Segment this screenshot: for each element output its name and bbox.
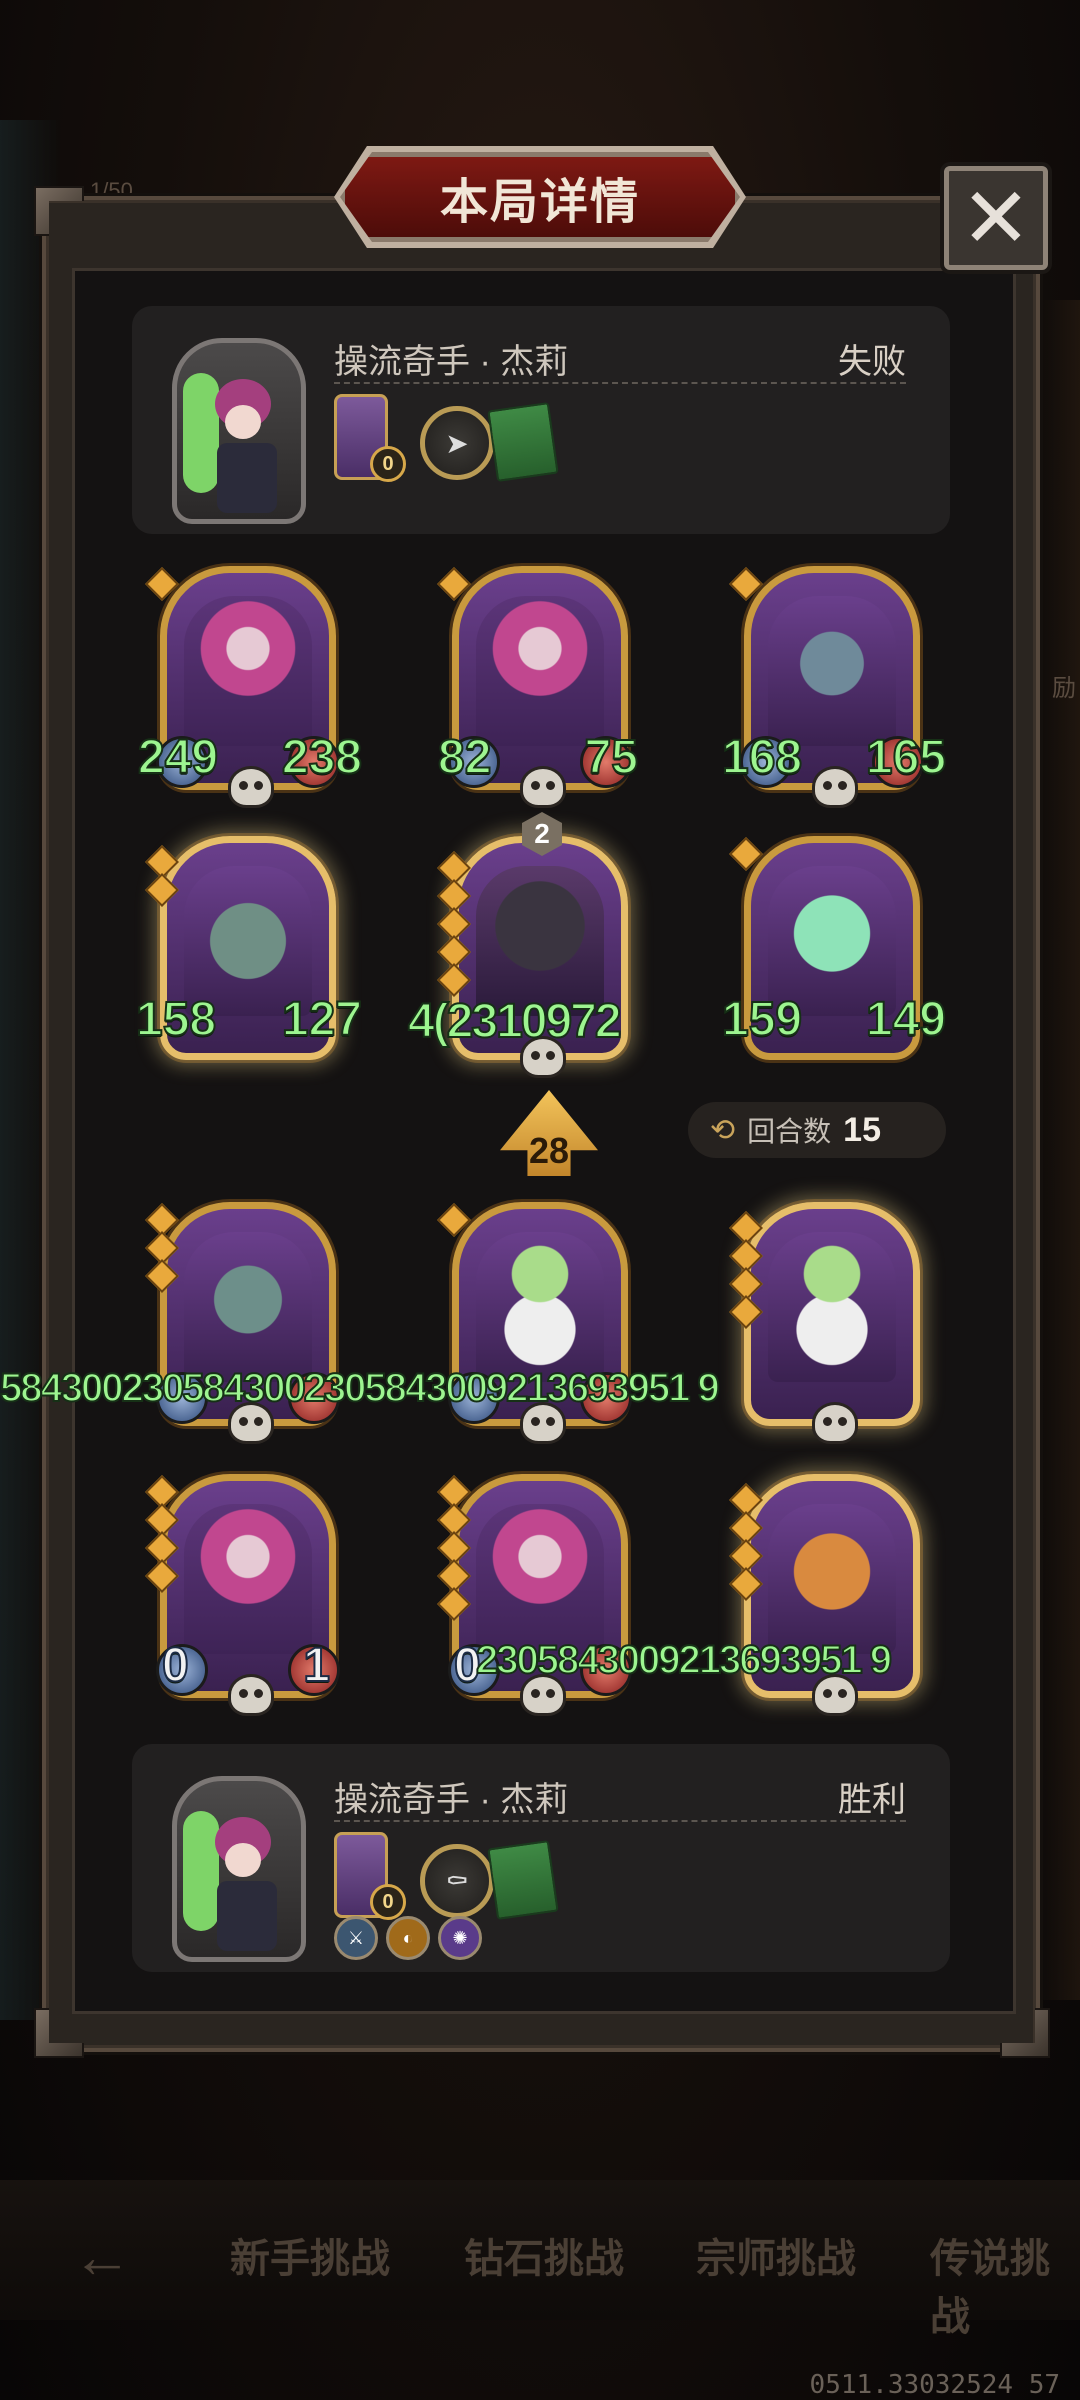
elf-girl-icon [476,1504,604,1654]
unit-card[interactable]: 159 149 [721,836,947,1060]
match-result: 胜利 [838,1781,906,1819]
nav-tab-legend[interactable]: 传说挑战 [930,2226,1080,2342]
horned-beast-icon [768,596,896,746]
skull-icon [228,1674,274,1716]
unit-card[interactable]: 168 165 [721,566,947,808]
pointer-item-icon[interactable]: ➤ [420,406,494,480]
nav-tab-master[interactable]: 宗师挑战 [696,2226,856,2284]
close-button[interactable]: ✕ [944,166,1048,270]
unit-attack: 82 [437,730,492,785]
match-result: 失败 [838,343,906,381]
elf-girl-icon [184,1504,312,1654]
unit-card[interactable]: 249 238 [137,566,363,808]
avatar[interactable] [172,338,306,524]
round-label: 回合数 [747,1116,832,1147]
player-name: 操流奇手 · 杰莉 [334,1781,569,1819]
background-right-decor [1040,300,1080,2000]
unit-card[interactable]: 158 127 [135,836,363,1060]
hero-level-badge: 0 [370,1884,406,1920]
radish-sage-icon [476,1232,604,1382]
divider [334,382,906,384]
nav-tab-diamond[interactable]: 钻石挑战 [464,2226,624,2284]
player-summary: 操流奇手 · 杰莉 胜利 0 ⚰ ⚔ ◐ ✺ [132,1744,950,1972]
background-side-label: 励 [1052,675,1076,702]
unit-card[interactable]: 82 75 [437,566,639,808]
overflow-stat-text: 4(2310972 [407,994,623,1049]
unit-health: 165 [865,730,947,785]
unit-card[interactable]: 0 1 [145,1474,340,1716]
back-arrow-icon[interactable]: ← [72,2222,132,2291]
footer-number: 0511.33032524 57 [809,2370,1060,2400]
spellbook-icon[interactable] [487,402,559,482]
coffin-item-icon[interactable]: ⚰ [420,1844,494,1918]
unit-attack: 159 [721,992,803,1047]
unit-attack: 168 [721,730,803,785]
overflow-stat-text: 2305843009213693951 9 [475,1637,893,1683]
skull-icon [520,766,566,808]
unit-attack: 0 [161,1638,190,1693]
unit-health: 127 [281,992,363,1047]
unit-card[interactable] [729,1202,920,1444]
horn-trinket-icon[interactable]: ◐ [386,1916,430,1960]
kill-count: 28 [528,1130,570,1171]
demon-girl-icon [184,1232,312,1382]
close-icon: ✕ [960,171,1032,265]
overflow-stat-text: 5843002305843002305843009213693951 9 [0,1365,721,1411]
sword-trinket-icon[interactable]: ⚔ [334,1916,378,1960]
elf-girl-icon [184,596,312,746]
avatar[interactable] [172,1776,306,1962]
gingerbread-icon [768,1504,896,1654]
unit-health: 149 [865,992,947,1047]
skull-icon [812,766,858,808]
elf-girl-icon [476,596,604,746]
opponent-summary: 操流奇手 · 杰莉 失败 0 ➤ [132,306,950,534]
title-banner: 本局详情 [340,152,740,242]
round-counter: ⟲ 回合数 15 [688,1102,946,1158]
radish-sage-icon [768,1232,896,1382]
gear-trinket-icon[interactable]: ✺ [438,1916,482,1960]
skull-icon [812,1402,858,1444]
unit-health: 238 [281,730,363,785]
skull-icon [228,766,274,808]
nav-tab-novice[interactable]: 新手挑战 [230,2226,390,2284]
unit-health: 1 [302,1638,331,1693]
trinket-list: ⚔ ◐ ✺ [334,1916,482,1960]
repeat-icon: ⟲ [710,1113,736,1147]
unit-attack: 158 [135,992,217,1047]
spellbook-icon[interactable] [487,1840,559,1920]
player-name: 操流奇手 · 杰莉 [334,343,569,381]
unit-health: 75 [584,730,639,785]
page-title: 本局详情 [439,176,640,229]
round-value: 15 [843,1110,881,1149]
hero-level-badge: 0 [370,446,406,482]
unit-attack: 249 [137,730,219,785]
divider [334,1820,906,1822]
